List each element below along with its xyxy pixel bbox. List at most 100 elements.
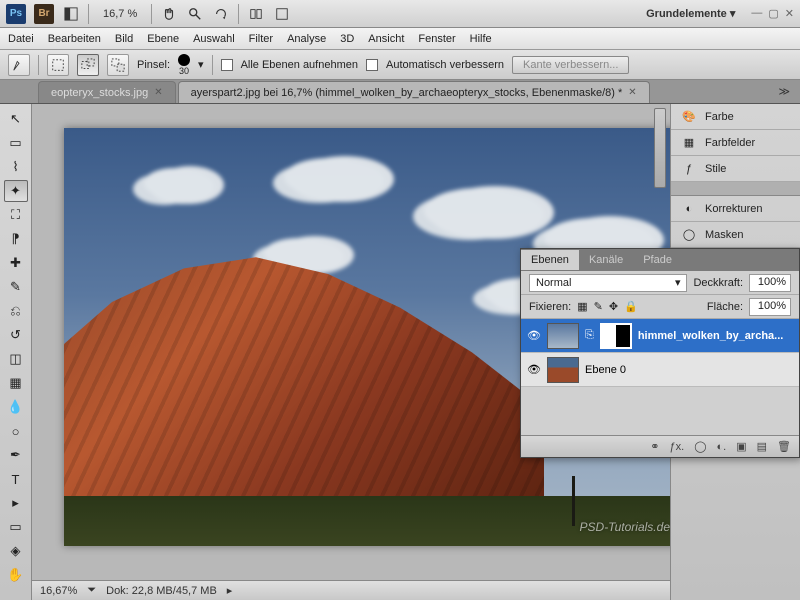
arrow-right-icon[interactable]: ▸ [227, 584, 233, 597]
layer-fx-icon[interactable]: ƒx. [670, 441, 685, 453]
panel-korrekturen[interactable]: ◐Korrekturen [671, 196, 800, 222]
heal-tool[interactable]: ✚ [4, 252, 28, 274]
hand-icon[interactable] [160, 5, 178, 23]
separator [238, 4, 239, 24]
zoom-icon[interactable] [186, 5, 204, 23]
layer-row[interactable]: 👁 ⎘ himmel_wolken_by_archa... [521, 319, 799, 353]
opacity-field[interactable]: 100% [749, 274, 791, 292]
layer-name[interactable]: himmel_wolken_by_archa... [638, 330, 784, 342]
panel-farbfelder[interactable]: ▦Farbfelder [671, 130, 800, 156]
stamp-tool[interactable]: ⎌ [4, 300, 28, 322]
type-tool[interactable]: T [4, 468, 28, 490]
layer-name[interactable]: Ebene 0 [585, 364, 626, 376]
layer-mask-icon[interactable]: ◯ [694, 440, 706, 453]
link-layers-icon[interactable]: ⚭ [650, 440, 659, 453]
layer-row[interactable]: 👁 Ebene 0 [521, 353, 799, 387]
tab-pfade[interactable]: Pfade [633, 250, 682, 270]
lock-label: Fixieren: [529, 301, 571, 313]
menu-bearbeiten[interactable]: Bearbeiten [48, 33, 101, 45]
layer-thumbnail[interactable] [547, 357, 579, 383]
menu-hilfe[interactable]: Hilfe [470, 33, 492, 45]
brush-tool[interactable]: ✎ [4, 276, 28, 298]
zoom-value[interactable]: 16,67% [40, 585, 77, 597]
rotate-icon[interactable] [212, 5, 230, 23]
lock-transparency-icon[interactable]: ▦ [577, 300, 587, 313]
visibility-icon[interactable]: 👁 [527, 363, 541, 377]
close-button[interactable]: ✕ [785, 7, 794, 20]
document-tab[interactable]: eopteryx_stocks.jpg ✕ [38, 81, 176, 103]
close-tab-icon[interactable]: ✕ [628, 87, 636, 98]
separator [88, 4, 89, 24]
menu-auswahl[interactable]: Auswahl [193, 33, 235, 45]
visibility-icon[interactable]: 👁 [527, 329, 541, 343]
shape-tool[interactable]: ▭ [4, 516, 28, 538]
eyedropper-tool[interactable]: ⁋ [4, 228, 28, 250]
panel-collapse-handle[interactable] [654, 108, 666, 188]
menu-datei[interactable]: Datei [8, 33, 34, 45]
arrange-icon[interactable] [247, 5, 265, 23]
pen-tool[interactable]: ✒ [4, 444, 28, 466]
marquee-tool[interactable]: ▭ [4, 132, 28, 154]
panel-stile[interactable]: ƒStile [671, 156, 800, 182]
lasso-tool[interactable]: ⌇ [4, 156, 28, 178]
bridge-logo[interactable]: Br [34, 4, 54, 24]
new-layer-icon[interactable]: ▤ [757, 440, 767, 453]
layer-mask-thumbnail[interactable] [600, 323, 632, 349]
refine-edge-button[interactable]: Kante verbessern... [512, 56, 629, 74]
layer-thumbnail[interactable] [547, 323, 579, 349]
tab-kanaele[interactable]: Kanäle [579, 250, 633, 270]
menu-ansicht[interactable]: Ansicht [368, 33, 404, 45]
adjustment-layer-icon[interactable]: ◐. [717, 441, 727, 453]
eraser-tool[interactable]: ◫ [4, 348, 28, 370]
lock-all-icon[interactable]: 🔒 [624, 300, 638, 313]
hand-tool[interactable]: ✋ [4, 564, 28, 586]
dropdown-arrow-icon[interactable]: ▾ [198, 58, 204, 71]
fill-field[interactable]: 100% [749, 298, 791, 316]
lock-paint-icon[interactable]: ✎ [594, 300, 603, 313]
masks-icon: ◯ [681, 227, 697, 243]
blend-mode-dropdown[interactable]: Normal▾ [529, 274, 687, 292]
new-selection-icon[interactable] [47, 54, 69, 76]
panel-masken[interactable]: ◯Masken [671, 222, 800, 248]
path-select-tool[interactable]: ▸ [4, 492, 28, 514]
layout-icon[interactable] [62, 5, 80, 23]
close-tab-icon[interactable]: ✕ [154, 87, 162, 98]
menu-analyse[interactable]: Analyse [287, 33, 326, 45]
all-layers-label: Alle Ebenen aufnehmen [241, 59, 358, 71]
move-tool[interactable]: ↖ [4, 108, 28, 130]
tool-preset-icon[interactable] [8, 54, 30, 76]
screen-mode-icon[interactable] [273, 5, 291, 23]
brush-preview[interactable]: 30 [178, 54, 190, 76]
add-selection-icon[interactable] [77, 54, 99, 76]
subtract-selection-icon[interactable] [107, 54, 129, 76]
document-tab-active[interactable]: ayerspart2.jpg bei 16,7% (himmel_wolken_… [178, 81, 650, 103]
workspace-dropdown[interactable]: Grundelemente ▾ [638, 7, 743, 20]
minimize-button[interactable]: — [751, 7, 762, 20]
panel-farbe[interactable]: 🎨Farbe [671, 104, 800, 130]
auto-enhance-checkbox[interactable] [366, 59, 378, 71]
menu-3d[interactable]: 3D [340, 33, 354, 45]
crop-tool[interactable]: ⛶ [4, 204, 28, 226]
history-brush-tool[interactable]: ↺ [4, 324, 28, 346]
chevron-icon[interactable]: ⏷ [87, 584, 96, 597]
zoom-display[interactable]: 16,7 % [97, 8, 143, 20]
menu-fenster[interactable]: Fenster [418, 33, 455, 45]
dodge-tool[interactable]: ○ [4, 420, 28, 442]
tab-overflow-icon[interactable]: ≫ [768, 85, 800, 98]
tab-ebenen[interactable]: Ebenen [521, 250, 579, 270]
quick-select-tool[interactable]: ✦ [4, 180, 28, 202]
lock-position-icon[interactable]: ✥ [609, 300, 618, 313]
layer-group-icon[interactable]: ▣ [736, 440, 746, 453]
3d-tool[interactable]: ◈ [4, 540, 28, 562]
blur-tool[interactable]: 💧 [4, 396, 28, 418]
gradient-tool[interactable]: ▦ [4, 372, 28, 394]
menu-ebene[interactable]: Ebene [147, 33, 179, 45]
delete-layer-icon[interactable]: 🗑 [777, 440, 791, 453]
swatches-icon: ▦ [681, 135, 697, 151]
lock-fill-row: Fixieren: ▦ ✎ ✥ 🔒 Fläche: 100% [521, 295, 799, 319]
menu-filter[interactable]: Filter [249, 33, 273, 45]
all-layers-checkbox[interactable] [221, 59, 233, 71]
maximize-button[interactable]: ▢ [768, 7, 778, 20]
menu-bild[interactable]: Bild [115, 33, 133, 45]
layers-panel-footer: ⚭ ƒx. ◯ ◐. ▣ ▤ 🗑 [521, 435, 799, 457]
